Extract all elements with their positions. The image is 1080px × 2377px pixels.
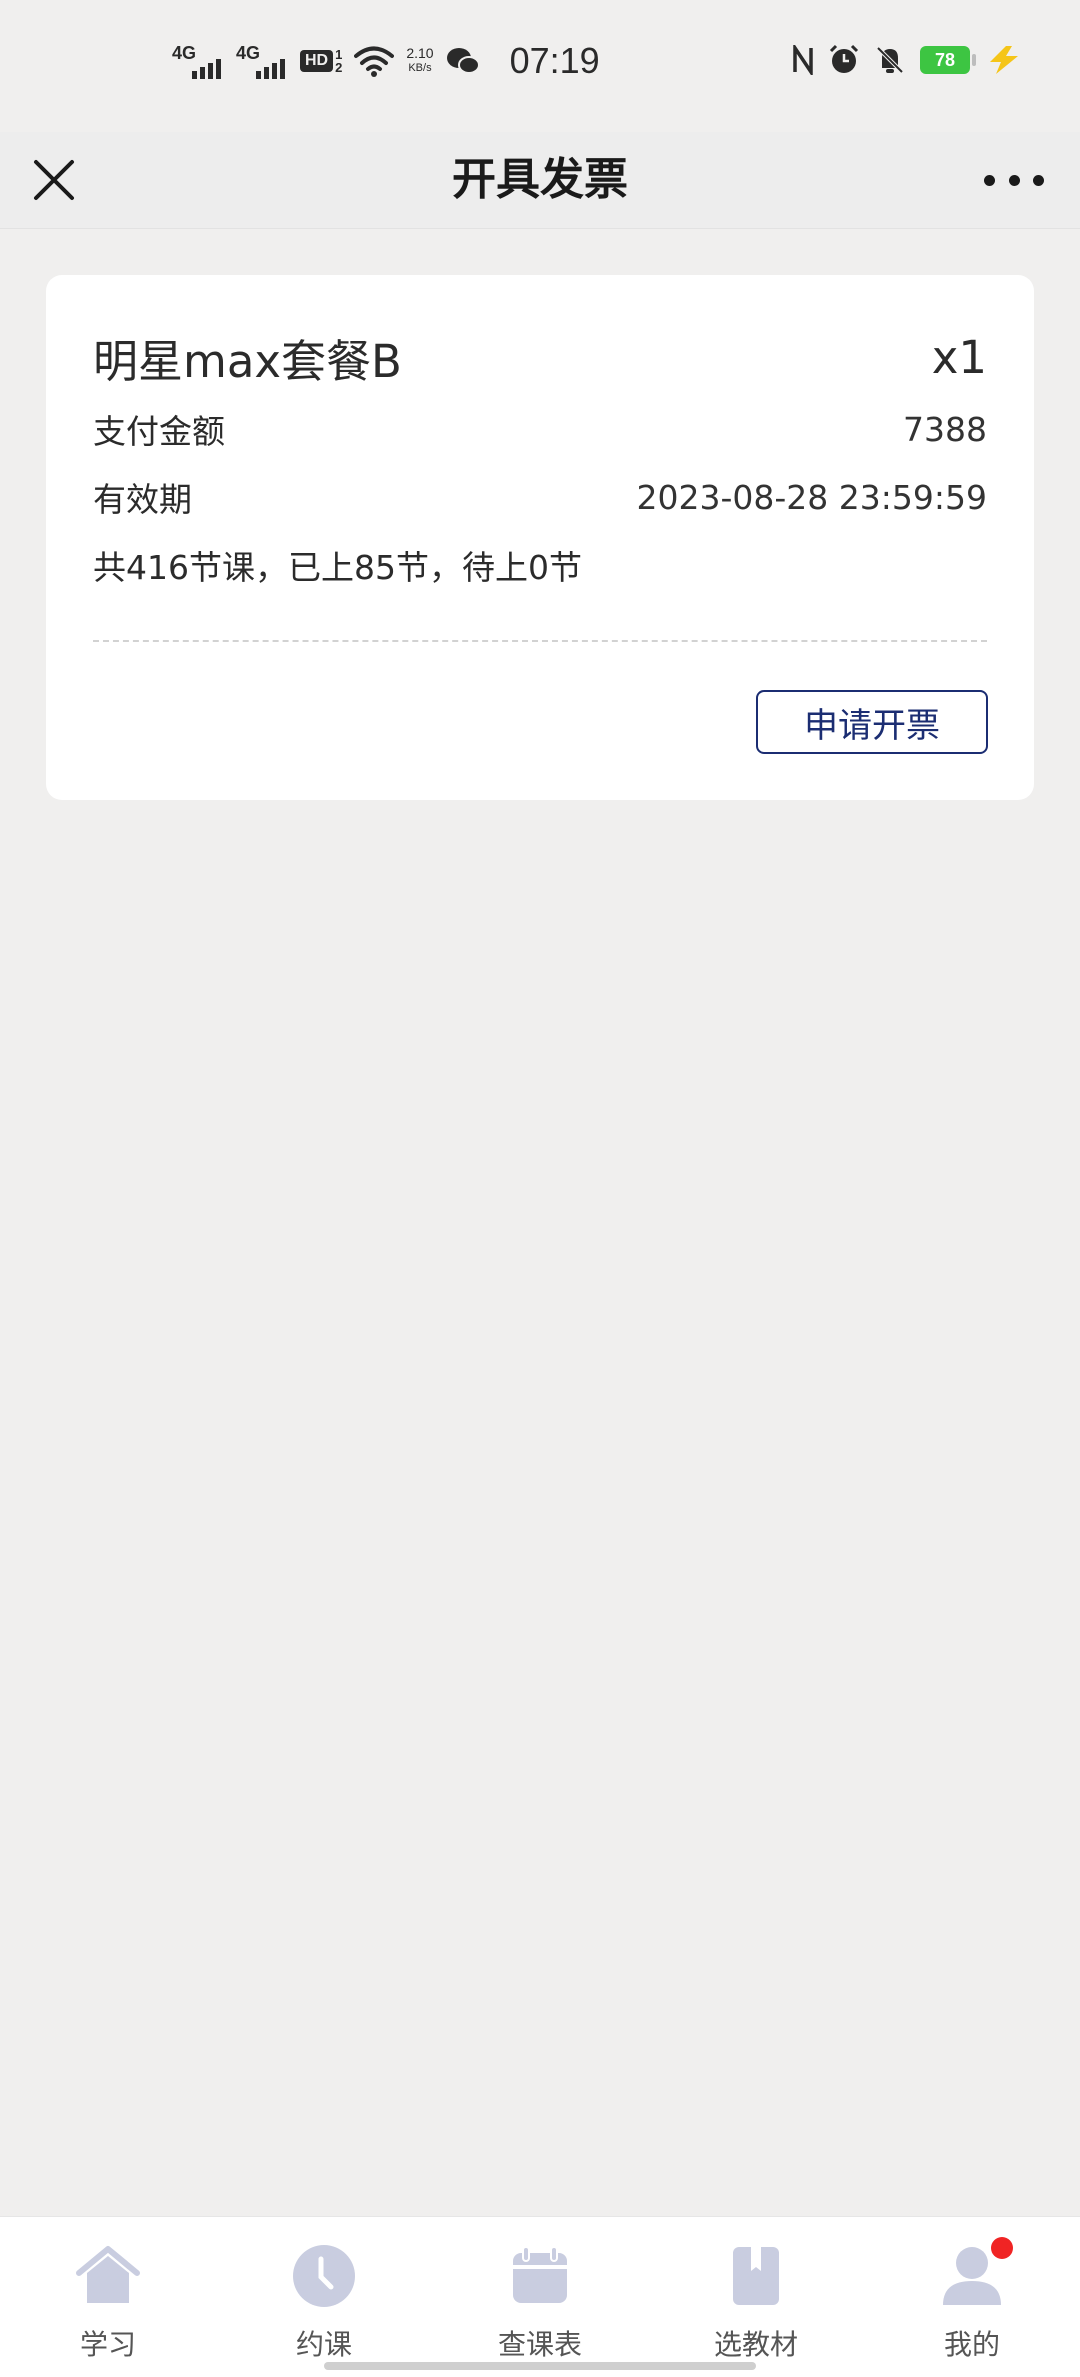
title-bar: 开具发票 [0, 132, 1080, 229]
lessons-summary: 共416节课，已上85节，待上0节 [93, 548, 582, 587]
book-icon [723, 2243, 789, 2309]
nav-label-book-class: 约课 [295, 2328, 352, 2361]
amount-label: 支付金额 [93, 412, 225, 451]
battery-icon: 78 [920, 46, 976, 74]
more-dot-icon [1033, 174, 1044, 186]
status-bar: 4G 4G HD 1 2 2.10 KB/s 07:19 78 [0, 0, 1080, 132]
bottom-nav: 学习 约课 查课表 选教材 我的 [0, 2216, 1080, 2377]
more-options-button[interactable] [984, 168, 1044, 192]
speed-value: 2.10 [406, 45, 434, 61]
hd-icon: HD 1 2 [300, 48, 342, 74]
card-divider [93, 640, 987, 642]
validity-row: 有效期 2023-08-28 23:59:59 [93, 473, 987, 521]
lessons-row: 共416节课，已上85节，待上0节 [93, 541, 987, 589]
network-speed: 2.10 KB/s [406, 46, 433, 76]
calendar-icon [507, 2243, 573, 2309]
signal-2-icon: 4G [236, 41, 288, 81]
status-left: 4G 4G HD 1 2 2.10 KB/s 07:19 [172, 40, 600, 82]
nav-item-materials[interactable]: 选教材 [676, 2217, 836, 2377]
nav-label-materials: 选教材 [713, 2328, 798, 2361]
nav-label-schedule: 查课表 [497, 2328, 582, 2361]
notification-badge [991, 2237, 1013, 2259]
wifi-icon [354, 46, 395, 77]
nav-label-mine: 我的 [943, 2328, 1000, 2361]
user-icon [939, 2237, 1013, 2309]
charging-icon [990, 46, 1018, 74]
nav-item-book-class[interactable]: 约课 [244, 2217, 404, 2377]
amount-row: 支付金额 7388 [93, 405, 987, 453]
status-time: 07:19 [509, 40, 600, 81]
apply-invoice-button[interactable]: 申请开票 [756, 690, 988, 754]
clock-icon [291, 2243, 357, 2309]
home-icon [75, 2243, 141, 2309]
nav-item-mine[interactable]: 我的 [892, 2217, 1052, 2377]
more-dot-icon [984, 174, 995, 186]
package-quantity: x1 [931, 331, 987, 384]
hd-num-2: 2 [335, 60, 343, 75]
more-dot-icon [1008, 174, 1020, 186]
nav-item-schedule[interactable]: 查课表 [460, 2217, 620, 2377]
status-right: 78 [792, 44, 1024, 76]
nfc-icon [793, 45, 813, 75]
nav-label-study: 学习 [79, 2328, 136, 2361]
wechat-icon [446, 48, 480, 74]
validity-value: 2023-08-28 23:59:59 [636, 477, 987, 517]
package-name: 明星max套餐B [93, 335, 402, 388]
battery-level: 78 [934, 49, 956, 70]
signal-1-icon: 4G [172, 41, 224, 81]
nav-item-study[interactable]: 学习 [28, 2217, 188, 2377]
home-indicator[interactable] [324, 2362, 756, 2370]
order-card: 明星max套餐B x1 支付金额 7388 有效期 2023-08-28 23:… [46, 275, 1034, 800]
speed-unit: KB/s [408, 62, 432, 74]
validity-label: 有效期 [93, 480, 192, 519]
hd-label: HD [300, 50, 334, 72]
alarm-icon [829, 44, 859, 73]
amount-value: 7388 [903, 409, 987, 449]
package-row: 明星max套餐B x1 [93, 325, 987, 390]
mute-bell-icon [876, 46, 904, 74]
page-title: 开具发票 [452, 154, 628, 205]
